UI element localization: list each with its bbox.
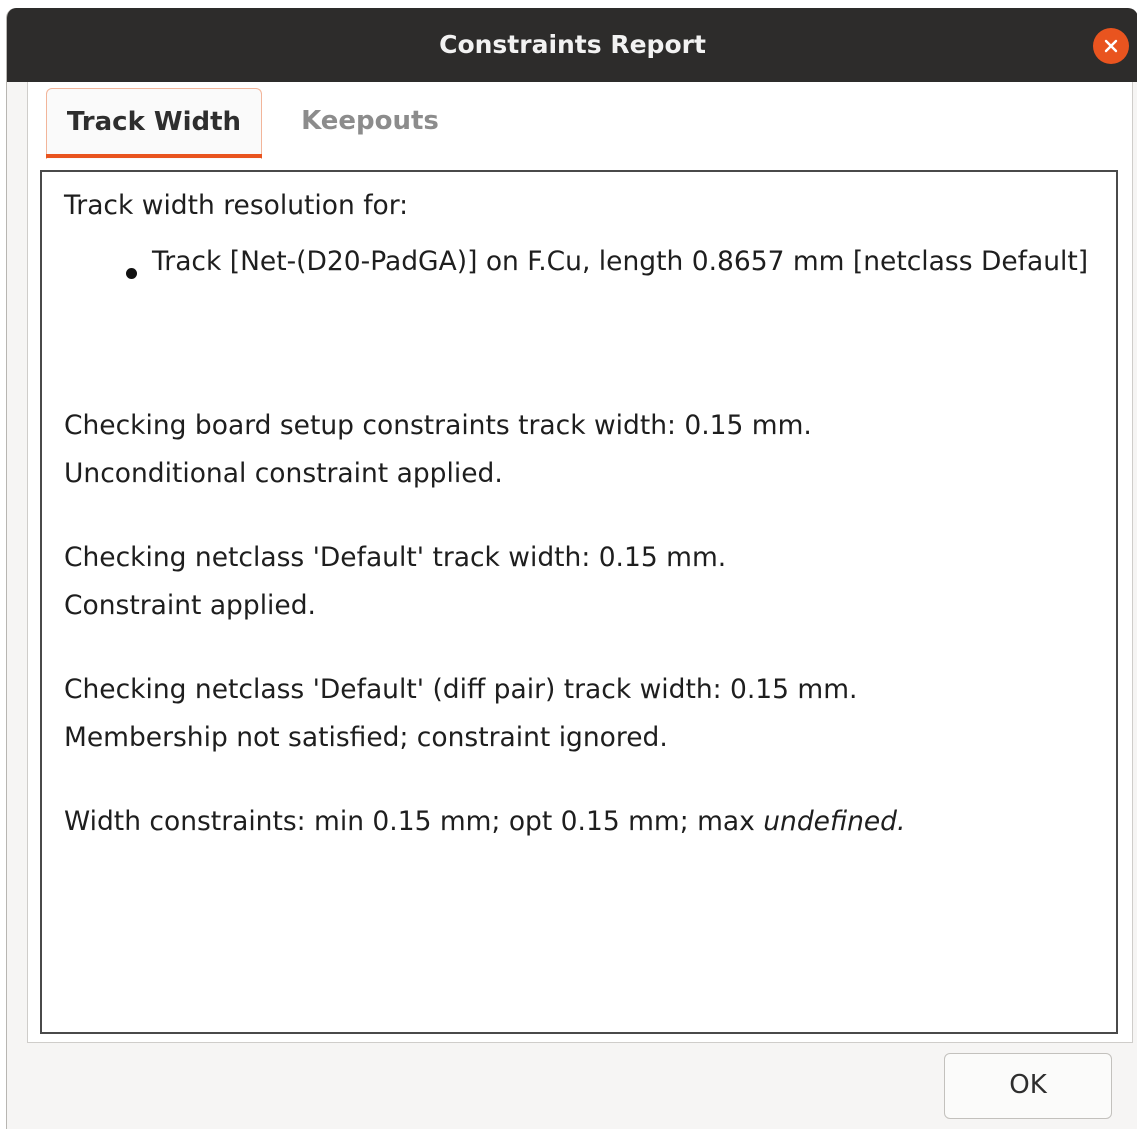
report-panel[interactable]: Track width resolution for: Track [Net-(…	[40, 170, 1118, 1034]
bullet-icon	[126, 268, 137, 279]
report-line: Membership not satisfied; constraint ign…	[64, 722, 668, 753]
max-undefined-text: undefined.	[763, 806, 906, 837]
dialog-title: Constraints Report	[439, 30, 706, 59]
report-line: Checking netclass 'Default' (diff pair) …	[64, 674, 858, 705]
constraints-report-dialog: Constraints Report Track Width Keepouts …	[6, 8, 1137, 1129]
report-line: Checking board setup constraints track w…	[64, 410, 812, 441]
close-icon	[1104, 39, 1118, 53]
report-line: Constraint applied.	[64, 590, 316, 621]
close-button[interactable]	[1093, 28, 1129, 64]
active-tab-indicator	[46, 154, 262, 158]
width-summary-text: Width constraints: min 0.15 mm; opt 0.15…	[64, 806, 764, 837]
tab-keepouts[interactable]: Keepouts	[290, 88, 450, 158]
report-line: Unconditional constraint applied.	[64, 458, 503, 489]
title-bar: Constraints Report	[7, 8, 1137, 82]
ok-button[interactable]: OK	[944, 1053, 1112, 1119]
report-line: Checking netclass 'Default' track width:…	[64, 542, 727, 573]
report-item: Track [Net-(D20-PadGA)] on F.Cu, length …	[152, 246, 1089, 277]
tab-track-width[interactable]: Track Width	[46, 88, 262, 159]
report-heading: Track width resolution for:	[64, 190, 409, 221]
width-summary: Width constraints: min 0.15 mm; opt 0.15…	[64, 806, 905, 837]
tab-notebook: Track Width Keepouts Track width resolut…	[27, 82, 1133, 1043]
